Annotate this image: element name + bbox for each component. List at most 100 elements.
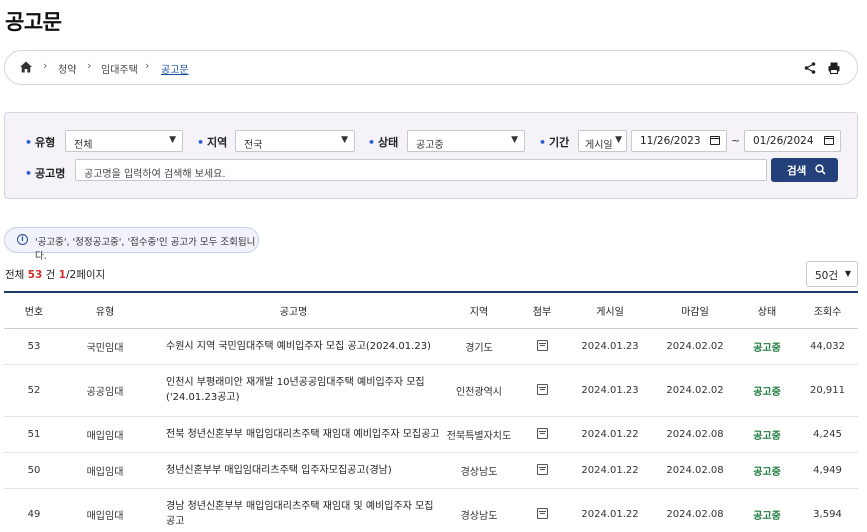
row-status: 공고중 bbox=[737, 452, 797, 489]
row-deadline: 2024.02.02 bbox=[653, 364, 737, 417]
row-deadline: 2024.02.08 bbox=[653, 488, 737, 532]
table-row[interactable]: 52 공공임대 인천시 부평래미안 재개발 10년공공임대주택 예비입주자 모집('… bbox=[4, 364, 858, 417]
info-icon: i bbox=[17, 234, 28, 245]
row-status: 공고중 bbox=[737, 328, 797, 365]
column-header: 지역 bbox=[441, 291, 517, 329]
table-row[interactable]: 53 국민임대 수원시 지역 국민임대주택 예비입주자 모집 공고(2024.01.… bbox=[4, 328, 858, 365]
row-attachment[interactable] bbox=[517, 452, 567, 489]
type-label: • 유형 bbox=[25, 136, 56, 149]
row-region: 경상남도 bbox=[441, 488, 517, 532]
breadcrumb-item-rental[interactable]: 임대주택 bbox=[101, 61, 138, 76]
attachment-file-icon[interactable] bbox=[536, 508, 548, 520]
calendar-icon[interactable] bbox=[824, 136, 834, 145]
row-posted-date: 2024.01.22 bbox=[567, 488, 653, 532]
chevron-down-icon: ▼ bbox=[169, 135, 176, 145]
breadcrumb-item-current[interactable]: 공고문 bbox=[161, 61, 189, 76]
name-search-input[interactable]: 공고명을 입력하여 검색해 보세요. bbox=[75, 159, 767, 181]
row-posted-date: 2024.01.23 bbox=[567, 328, 653, 365]
table-row[interactable]: 50 매입임대 청년신혼부부 매입임대리츠주택 입주자모집공고(경남) 경상남도 202… bbox=[4, 452, 858, 489]
page-title: 공고문 bbox=[5, 10, 62, 34]
row-deadline: 2024.02.08 bbox=[653, 416, 737, 453]
row-type: 매입임대 bbox=[64, 452, 146, 489]
row-title-link[interactable]: 전북 청년신혼부부 매입임대리츠주택 재임대 예비입주자 모집공고 bbox=[146, 416, 441, 453]
period-kind-select[interactable]: 게시일 ▼ bbox=[578, 130, 627, 152]
row-type: 국민임대 bbox=[64, 328, 146, 365]
row-title-link[interactable]: 인천시 부평래미안 재개발 10년공공임대주택 예비입주자 모집('24.01.… bbox=[146, 364, 441, 417]
row-title-link[interactable]: 청년신혼부부 매입임대리츠주택 입주자모집공고(경남) bbox=[146, 452, 441, 489]
row-region: 경기도 bbox=[441, 328, 517, 365]
breadcrumb: › 청약 › 임대주택 › 공고문 bbox=[4, 50, 858, 85]
breadcrumb-item-apply[interactable]: 청약 bbox=[58, 61, 76, 76]
row-attachment[interactable] bbox=[517, 488, 567, 532]
row-deadline: 2024.02.02 bbox=[653, 328, 737, 365]
row-deadline: 2024.02.08 bbox=[653, 452, 737, 489]
row-attachment[interactable] bbox=[517, 416, 567, 453]
row-region: 인천광역시 bbox=[441, 364, 517, 417]
region-label: • 지역 bbox=[197, 136, 228, 149]
chevron-down-icon: ▼ bbox=[341, 135, 348, 145]
row-posted-date: 2024.01.22 bbox=[567, 416, 653, 453]
row-views: 44,032 bbox=[797, 328, 858, 365]
column-header: 조회수 bbox=[797, 291, 858, 329]
calendar-icon[interactable] bbox=[710, 136, 720, 145]
attachment-file-icon[interactable] bbox=[536, 464, 548, 476]
column-header: 첨부 bbox=[517, 291, 567, 329]
date-from-input[interactable]: 11/26/2023 bbox=[631, 130, 727, 152]
row-region: 전북특별자치도 bbox=[441, 416, 517, 453]
row-attachment[interactable] bbox=[517, 364, 567, 417]
column-header: 공고명 bbox=[146, 291, 441, 329]
column-header: 번호 bbox=[4, 291, 64, 329]
notice-table: 번호 유형 공고명 지역 첨부 게시일 마감일 상태 조회수 53 국민임대 수원시 지역 국민임대… bbox=[4, 291, 858, 532]
row-type: 매입임대 bbox=[64, 416, 146, 453]
date-separator: ~ bbox=[731, 134, 741, 147]
table-row[interactable]: 49 매입임대 경남 청년신혼부부 매입임대리츠주택 재임대 및 예비입주자 모집공… bbox=[4, 488, 858, 532]
row-status: 공고중 bbox=[737, 364, 797, 417]
notice-banner: i '공고중', '정정공고중', '접수중'인 공고가 모두 조회됩니다. bbox=[4, 227, 259, 262]
row-status: 공고중 bbox=[737, 416, 797, 453]
period-label: • 기간 bbox=[539, 136, 570, 149]
row-number: 51 bbox=[4, 416, 64, 453]
row-title-link[interactable]: 수원시 지역 국민임대주택 예비입주자 모집 공고(2024.01.23) bbox=[146, 328, 441, 365]
page-size-select[interactable]: 50건 ▼ bbox=[806, 261, 858, 287]
table-header-row: 번호 유형 공고명 지역 첨부 게시일 마감일 상태 조회수 bbox=[4, 291, 858, 329]
column-header: 게시일 bbox=[567, 291, 653, 329]
row-views: 4,949 bbox=[797, 452, 858, 489]
table-row[interactable]: 51 매입임대 전북 청년신혼부부 매입임대리츠주택 재임대 예비입주자 모집공고 전… bbox=[4, 416, 858, 453]
row-region: 경상남도 bbox=[441, 452, 517, 489]
chevron-down-icon: ▼ bbox=[511, 135, 518, 145]
row-number: 52 bbox=[4, 364, 64, 417]
attachment-file-icon[interactable] bbox=[536, 340, 548, 352]
row-type: 공공임대 bbox=[64, 364, 146, 417]
column-header: 상태 bbox=[737, 291, 797, 329]
attachment-file-icon[interactable] bbox=[536, 428, 548, 440]
attachment-file-icon[interactable] bbox=[536, 384, 548, 396]
chevron-down-icon: ▼ bbox=[615, 135, 622, 145]
row-status: 공고중 bbox=[737, 488, 797, 532]
share-icon[interactable] bbox=[803, 61, 817, 75]
search-button[interactable]: 검색 bbox=[771, 158, 838, 182]
row-posted-date: 2024.01.22 bbox=[567, 452, 653, 489]
row-type: 매입임대 bbox=[64, 488, 146, 532]
row-views: 20,911 bbox=[797, 364, 858, 417]
date-to-input[interactable]: 01/26/2024 bbox=[744, 130, 841, 152]
chevron-right-icon: › bbox=[87, 59, 92, 72]
print-icon[interactable] bbox=[827, 61, 841, 75]
row-number: 49 bbox=[4, 488, 64, 532]
column-header: 유형 bbox=[64, 291, 146, 329]
status-label: • 상태 bbox=[368, 136, 399, 149]
row-posted-date: 2024.01.23 bbox=[567, 364, 653, 417]
search-icon bbox=[815, 164, 826, 175]
home-icon[interactable] bbox=[19, 60, 33, 74]
status-select[interactable]: 공고중 ▼ bbox=[407, 130, 525, 152]
name-label: • 공고명 bbox=[25, 167, 66, 180]
type-select[interactable]: 전체 ▼ bbox=[65, 130, 183, 152]
region-select[interactable]: 전국 ▼ bbox=[235, 130, 355, 152]
search-panel: • 유형 전체 ▼ • 지역 전국 ▼ • 상태 공고중 ▼ • 기간 게시일 ▼ 11/26/… bbox=[4, 112, 858, 199]
row-attachment[interactable] bbox=[517, 328, 567, 365]
row-number: 50 bbox=[4, 452, 64, 489]
row-title-link[interactable]: 경남 청년신혼부부 매입임대리츠주택 재임대 및 예비입주자 모집공고 bbox=[146, 488, 441, 532]
result-count: 전체 53 건 1/2페이지 bbox=[5, 269, 106, 281]
chevron-right-icon: › bbox=[43, 59, 48, 72]
row-views: 4,245 bbox=[797, 416, 858, 453]
row-number: 53 bbox=[4, 328, 64, 365]
